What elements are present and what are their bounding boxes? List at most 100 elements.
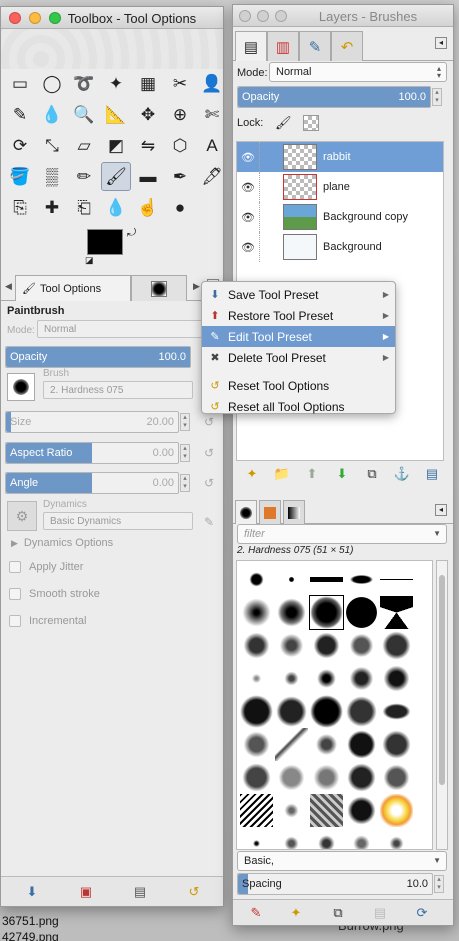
size-spin-icon[interactable]: ▴ ▾	[180, 413, 190, 431]
bucket-fill-icon[interactable]: 🪣	[5, 162, 35, 191]
brush-thumbnail[interactable]	[275, 662, 308, 695]
anchor-layer-icon[interactable]: ⚓	[393, 465, 411, 483]
brush-thumbnail[interactable]	[310, 794, 343, 827]
perspective-clone-icon[interactable]: ⎗	[69, 193, 99, 222]
menu-item-delete-tool-preset[interactable]: ✖ Delete Tool Preset ▶	[202, 347, 395, 368]
chain-toggle[interactable]	[259, 172, 279, 202]
reset-options-icon[interactable]: ↺	[185, 883, 203, 901]
menu-item-reset-tool-options[interactable]: ↺ Reset Tool Options	[202, 375, 395, 396]
layer-row[interactable]: 👁 plane	[237, 172, 443, 202]
restore-options-icon[interactable]: ▣	[77, 883, 95, 901]
brush-thumbnail[interactable]	[310, 728, 343, 761]
brush-thumbnail[interactable]	[345, 761, 378, 794]
tab-paths[interactable]: ✎	[299, 31, 331, 61]
brush-name-field[interactable]: 2. Hardness 075	[43, 381, 193, 399]
incremental-checkbox[interactable]	[9, 615, 21, 627]
brush-thumbnail[interactable]	[380, 563, 413, 596]
edit-brush-icon[interactable]: ✎	[247, 904, 265, 922]
brush-thumbnail[interactable]	[240, 761, 273, 794]
flip-icon[interactable]: ⇋	[133, 131, 163, 160]
close-button[interactable]	[9, 12, 21, 24]
raise-layer-icon[interactable]: ⬆	[303, 465, 321, 483]
aspect-ratio-slider[interactable]: Aspect Ratio 0.00 ▴ ▾	[5, 442, 190, 464]
delete-layer-icon[interactable]: ▤	[423, 465, 441, 483]
tab-brushes[interactable]	[235, 500, 257, 524]
incremental-row[interactable]: Incremental	[9, 615, 86, 627]
brush-scrollbar[interactable]	[436, 560, 448, 850]
lock-alpha-icon[interactable]	[303, 115, 319, 131]
new-brush-icon[interactable]: ✦	[287, 904, 305, 922]
brush-thumbnail[interactable]	[310, 695, 343, 728]
rotate-icon[interactable]: ⟳	[5, 131, 35, 160]
brush-thumbnail[interactable]	[380, 827, 413, 849]
edit-dynamics-icon[interactable]: ✎	[201, 514, 217, 530]
brush-thumbnail[interactable]	[380, 662, 413, 695]
foreground-color[interactable]	[87, 229, 123, 255]
menu-item-edit-tool-preset[interactable]: ✎ Edit Tool Preset ▶	[202, 326, 395, 347]
brush-thumbnail[interactable]	[275, 761, 308, 794]
move-icon[interactable]: ✥	[133, 100, 163, 129]
duplicate-layer-icon[interactable]: ⧉	[363, 465, 381, 483]
desktop-file[interactable]: 42749.png	[2, 930, 59, 941]
dynamics-button[interactable]: ⚙	[7, 501, 37, 531]
dock-menu-icon[interactable]: ◂	[435, 37, 447, 49]
angle-slider[interactable]: Angle 0.00 ▴ ▾	[5, 472, 190, 494]
pencil-icon[interactable]: ✏	[69, 162, 99, 191]
brush-thumbnail[interactable]	[345, 596, 378, 629]
dynamics-field[interactable]: Basic Dynamics	[43, 512, 193, 530]
brush-thumbnail[interactable]	[345, 662, 378, 695]
brush-filter-input[interactable]: filter ▼	[237, 524, 447, 544]
new-group-icon[interactable]: 📁	[273, 465, 291, 483]
heal-icon[interactable]: ✚	[37, 193, 67, 222]
chain-toggle[interactable]	[259, 232, 279, 262]
visibility-eye-icon[interactable]: 👁	[237, 181, 259, 194]
measure-icon[interactable]: 📐	[101, 100, 131, 129]
free-select-icon[interactable]: ➰	[69, 69, 99, 98]
visibility-eye-icon[interactable]: 👁	[237, 151, 259, 164]
brush-thumbnail[interactable]	[380, 728, 413, 761]
brush-thumbnail[interactable]	[275, 794, 308, 827]
brush-thumbnail[interactable]	[275, 629, 308, 662]
eraser-icon[interactable]: ▬	[133, 162, 163, 191]
brush-thumbnail[interactable]	[310, 662, 343, 695]
dodge-burn-icon[interactable]: ●	[165, 193, 195, 222]
minimize-button[interactable]	[257, 10, 269, 22]
brush-thumbnail[interactable]	[310, 827, 343, 849]
brush-thumbnail[interactable]	[380, 629, 413, 662]
brush-thumbnail[interactable]	[380, 794, 413, 827]
clone-icon[interactable]: ⎘	[5, 193, 35, 222]
rect-select-icon[interactable]: ▭	[5, 69, 35, 98]
tab-channels[interactable]: ▥	[267, 31, 299, 61]
brush-thumbnail[interactable]	[345, 629, 378, 662]
paintbrush-icon[interactable]: 🖌	[101, 162, 131, 191]
tab-right-arrow-icon[interactable]: ▶	[193, 281, 200, 292]
ink-icon[interactable]: 🖋	[197, 162, 223, 191]
brush-thumbnail[interactable]	[310, 629, 343, 662]
brushes-menu-icon[interactable]: ◂	[435, 504, 447, 516]
menu-item-save-tool-preset[interactable]: ⬇ Save Tool Preset ▶	[202, 284, 395, 305]
tab-patterns[interactable]	[259, 500, 281, 524]
airbrush-icon[interactable]: ✒	[165, 162, 195, 191]
brush-thumbnail[interactable]	[345, 827, 378, 849]
brush-thumbnail[interactable]	[345, 695, 378, 728]
layer-row[interactable]: 👁 Background copy	[237, 202, 443, 232]
color-select-icon[interactable]: ▦	[133, 69, 163, 98]
brush-thumbnail[interactable]	[240, 596, 273, 629]
tab-tool-options[interactable]: 🖌 Tool Options	[15, 275, 131, 301]
default-colors-icon[interactable]: ◪	[85, 255, 94, 266]
crop-icon[interactable]: ✄	[197, 100, 223, 129]
tab-gradients[interactable]	[283, 500, 305, 524]
brush-thumbnail[interactable]	[380, 695, 413, 728]
delete-options-icon[interactable]: ▤	[131, 883, 149, 901]
brush-thumbnail[interactable]	[240, 728, 273, 761]
chain-toggle[interactable]	[259, 202, 279, 232]
lower-layer-icon[interactable]: ⬇	[333, 465, 351, 483]
brush-thumbnail[interactable]	[275, 695, 308, 728]
tab-undo-history[interactable]: ↶	[331, 31, 363, 61]
minimize-button[interactable]	[29, 12, 41, 24]
layer-mode-select[interactable]: Normal ▴ ▾	[269, 62, 447, 82]
brush-tag-select[interactable]: Basic, ▼	[237, 851, 447, 871]
text-icon[interactable]: A	[197, 131, 223, 160]
desktop-file[interactable]: 36751.png	[2, 914, 59, 928]
layer-opacity-slider[interactable]: Opacity 100.0 ▴ ▾	[237, 86, 442, 108]
